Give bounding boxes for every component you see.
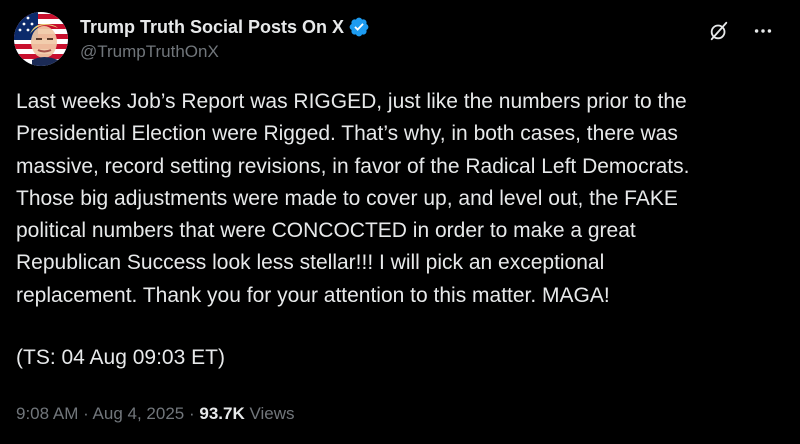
author-identity: Trump Truth Social Posts On X @TrumpTrut… xyxy=(80,14,370,62)
views-count[interactable]: 93.7K xyxy=(199,404,244,423)
meta-separator-2: · xyxy=(184,404,200,423)
author-display-name[interactable]: Trump Truth Social Posts On X xyxy=(80,17,344,38)
author-handle[interactable]: @TrumpTruthOnX xyxy=(80,42,370,62)
flag-portrait-avatar-icon xyxy=(14,12,68,66)
views-label: Views xyxy=(244,404,295,423)
post-header: Trump Truth Social Posts On X @TrumpTrut… xyxy=(14,12,786,68)
post-card: Trump Truth Social Posts On X @TrumpTrut… xyxy=(0,0,800,444)
avatar[interactable] xyxy=(14,12,68,66)
meta-separator: · xyxy=(78,404,93,423)
header-actions xyxy=(706,18,776,44)
post-time[interactable]: 9:08 AM xyxy=(16,404,78,423)
post-text: Last weeks Job’s Report was RIGGED, just… xyxy=(16,90,690,307)
verified-badge-icon[interactable] xyxy=(348,16,370,38)
grok-icon[interactable] xyxy=(706,18,732,44)
post-meta: 9:08 AM · Aug 4, 2025 · 93.7K Views xyxy=(16,400,295,428)
post-date[interactable]: Aug 4, 2025 xyxy=(93,404,185,423)
more-icon[interactable] xyxy=(750,18,776,44)
name-row: Trump Truth Social Posts On X xyxy=(80,14,370,40)
post-timestamp-note: (TS: 04 Aug 09:03 ET) xyxy=(16,346,225,369)
